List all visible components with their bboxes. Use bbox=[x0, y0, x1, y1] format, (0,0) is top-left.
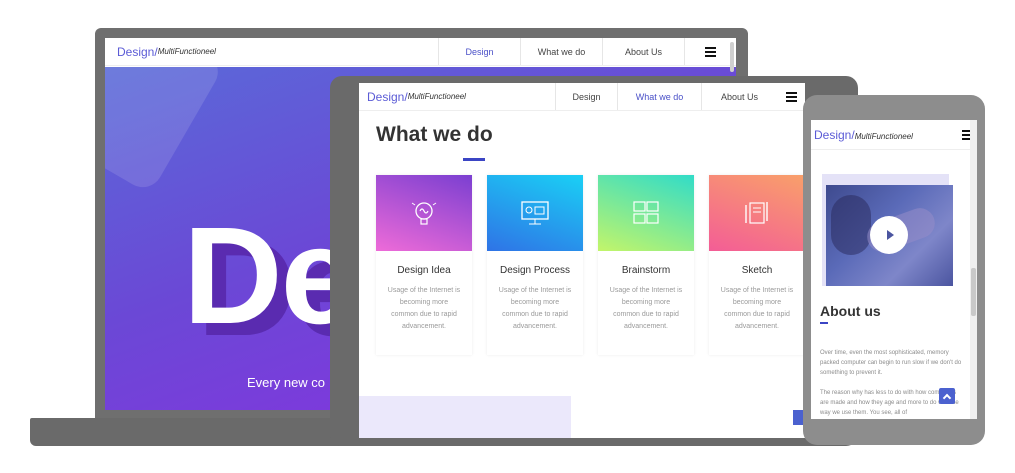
brand-logo[interactable]: Design/ MultiFunctioneel bbox=[811, 128, 913, 142]
card-title: Design Idea bbox=[397, 265, 451, 276]
brand-logo[interactable]: Design/ MultiFunctioneel bbox=[359, 83, 466, 110]
nav-link-what-we-do[interactable]: What we do bbox=[520, 38, 602, 65]
about-paragraph: Over time, even the most sophisticated, … bbox=[820, 350, 962, 376]
card-text: Usage of the Internet is becoming more c… bbox=[609, 287, 683, 330]
card-text: Usage of the Internet is becoming more c… bbox=[498, 287, 572, 330]
brand-tagline: MultiFunctioneel bbox=[407, 92, 466, 101]
nav-link-what-we-do[interactable]: What we do bbox=[617, 83, 701, 110]
nav-link-design[interactable]: Design bbox=[555, 83, 617, 110]
nav-link-about-us[interactable]: About Us bbox=[701, 83, 777, 110]
section-title: About us bbox=[820, 303, 881, 319]
brand-name: Design/ bbox=[117, 44, 158, 59]
tablet-bottom-panel bbox=[359, 396, 571, 438]
menu-button[interactable] bbox=[684, 38, 736, 65]
play-icon bbox=[886, 230, 894, 240]
device-mockup-stage: Design/ MultiFunctioneel Design What we … bbox=[0, 0, 1015, 473]
phone-scrollbar[interactable] bbox=[970, 120, 977, 419]
brand-name: Design/ bbox=[367, 89, 408, 104]
play-button[interactable] bbox=[870, 216, 908, 254]
laptop-navbar: Design/ MultiFunctioneel Design What we … bbox=[105, 38, 736, 66]
card-title: Sketch bbox=[741, 265, 773, 276]
nav-link-design[interactable]: Design bbox=[438, 38, 520, 65]
menu-button[interactable] bbox=[777, 83, 805, 110]
video-image-shape bbox=[831, 195, 871, 255]
card-text: Usage of the Internet is becoming more c… bbox=[387, 287, 461, 330]
laptop-nav-links: Design What we do About Us bbox=[438, 38, 736, 65]
card-image bbox=[376, 175, 472, 251]
hero-subtitle: Every new co bbox=[247, 375, 326, 390]
phone-navbar: Design/ MultiFunctioneel bbox=[811, 120, 977, 150]
monitor-design-icon bbox=[521, 201, 549, 225]
brand-name: Design/ bbox=[814, 127, 855, 142]
sketch-tools-icon bbox=[745, 202, 768, 224]
service-card[interactable]: Sketch Usage of the Internet is becoming… bbox=[709, 175, 805, 355]
brain-bulb-icon bbox=[411, 202, 437, 225]
laptop-scrollbar[interactable] bbox=[730, 42, 734, 72]
scroll-top-button[interactable] bbox=[939, 388, 955, 404]
section-title: What we do bbox=[376, 123, 493, 146]
chevron-up-icon bbox=[942, 393, 952, 402]
title-underline bbox=[820, 322, 828, 324]
card-title: Design Process bbox=[499, 265, 571, 276]
chat-bubbles-icon bbox=[633, 201, 659, 224]
card-image bbox=[487, 175, 583, 251]
hero-decor-shape bbox=[105, 67, 226, 195]
service-card[interactable]: Design Idea Usage of the Internet is bec… bbox=[376, 175, 472, 355]
video-thumbnail[interactable] bbox=[826, 185, 953, 286]
tablet-navbar: Design/ MultiFunctioneel Design What we … bbox=[359, 83, 805, 111]
tablet-nav-links: Design What we do About Us bbox=[555, 83, 805, 110]
card-image bbox=[598, 175, 694, 251]
tablet-screen: Design/ MultiFunctioneel Design What we … bbox=[359, 83, 805, 438]
service-card[interactable]: Brainstorm Usage of the Internet is beco… bbox=[598, 175, 694, 355]
brand-tagline: MultiFunctioneel bbox=[854, 131, 913, 141]
card-text: Usage of the Internet is becoming more c… bbox=[720, 287, 794, 330]
hamburger-icon bbox=[785, 92, 797, 102]
phone-screen: Design/ MultiFunctioneel About us Over t… bbox=[811, 120, 977, 419]
card-image bbox=[709, 175, 805, 251]
hamburger-icon bbox=[705, 47, 716, 57]
nav-link-about-us[interactable]: About Us bbox=[602, 38, 684, 65]
card-title: Brainstorm bbox=[621, 265, 671, 276]
title-underline bbox=[463, 158, 485, 161]
brand-tagline: MultiFunctioneel bbox=[157, 47, 216, 56]
scrollbar-thumb[interactable] bbox=[971, 268, 976, 316]
service-card[interactable]: Design Process Usage of the Internet is … bbox=[487, 175, 583, 355]
brand-logo[interactable]: Design/ MultiFunctioneel bbox=[105, 38, 216, 65]
